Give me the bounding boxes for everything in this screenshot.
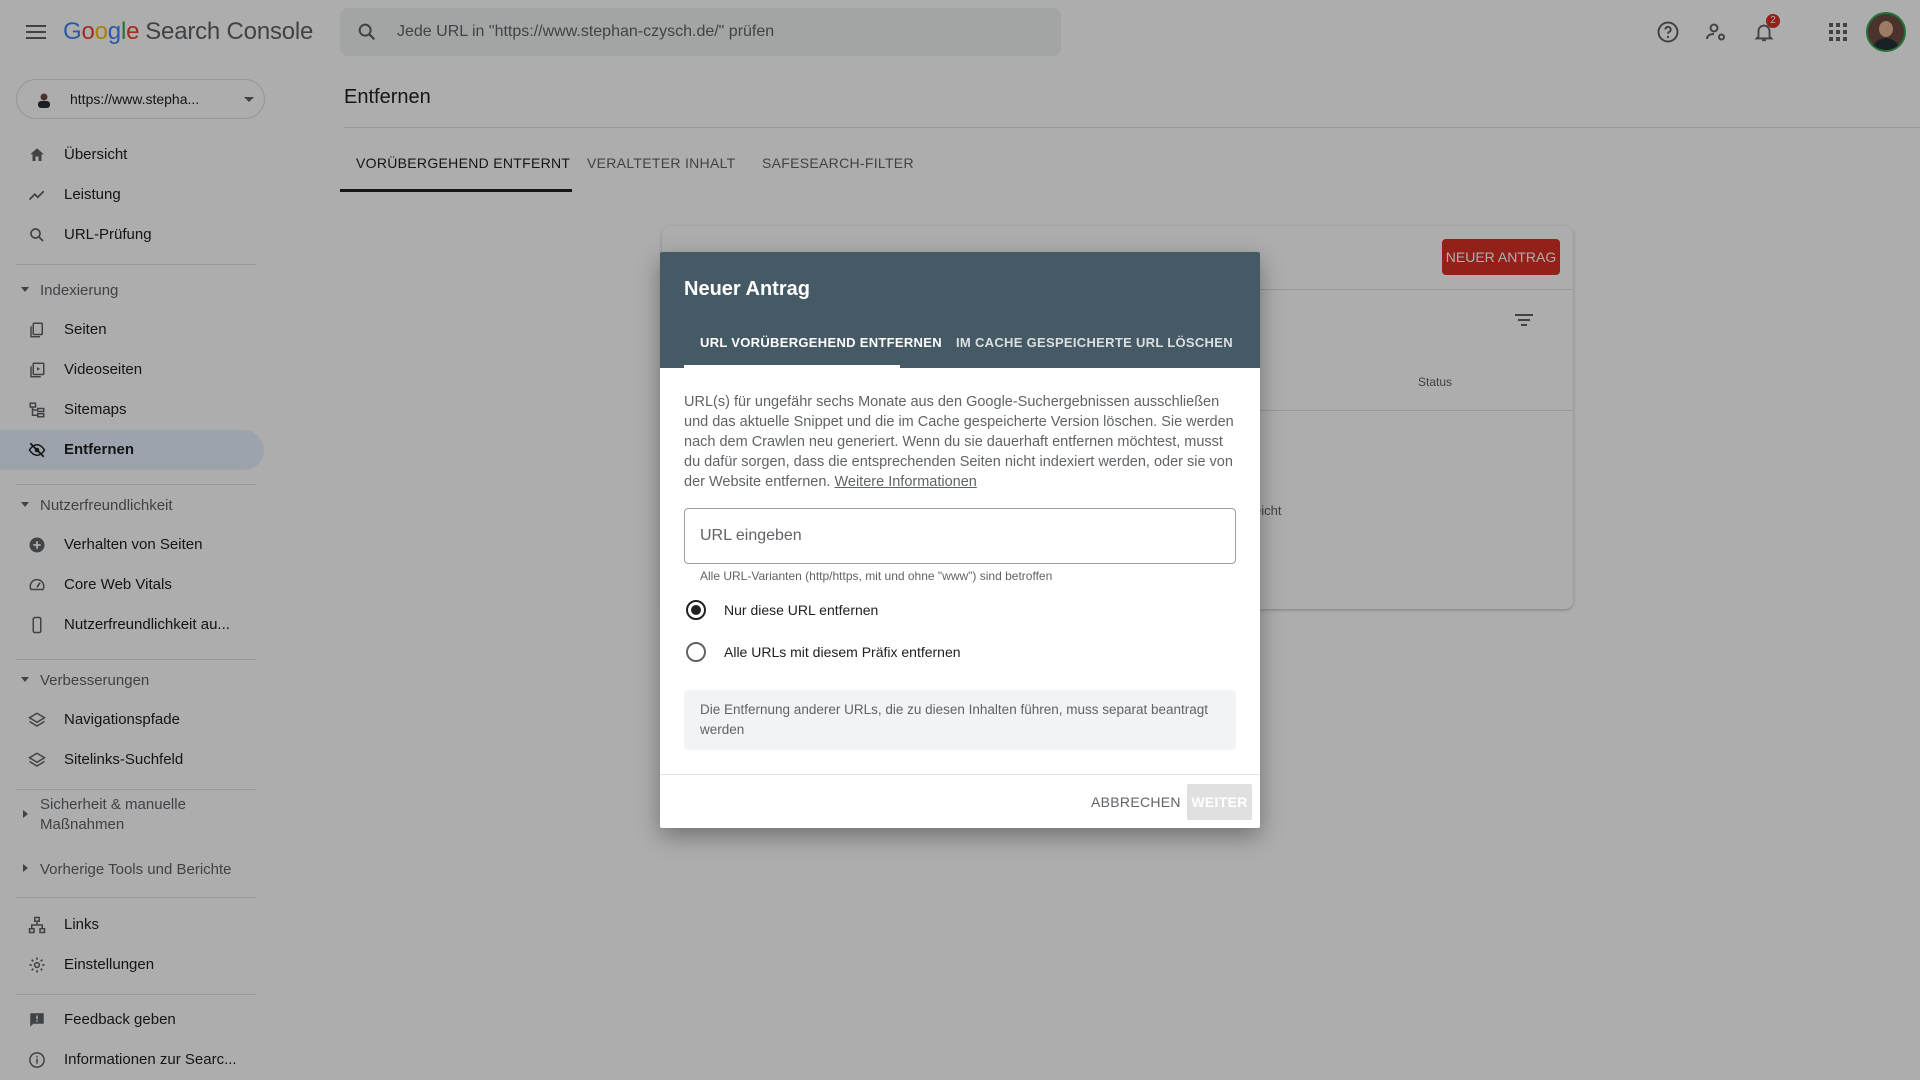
- url-helper-text: Alle URL-Varianten (http/https, mit und …: [700, 569, 1053, 583]
- dialog-description: URL(s) für ungefähr sechs Monate aus den…: [684, 392, 1240, 492]
- more-info-link[interactable]: Weitere Informationen: [834, 474, 976, 490]
- new-request-dialog: Neuer Antrag URL VORÜBERGEHEND ENTFERNEN…: [660, 252, 1260, 828]
- dialog-footer-divider: [660, 774, 1260, 775]
- tab-cache-url-loeschen[interactable]: IM CACHE GESPEICHERTE URL LÖSCHEN: [956, 335, 1233, 350]
- dialog-header: Neuer Antrag URL VORÜBERGEHEND ENTFERNEN…: [660, 252, 1260, 368]
- cancel-button[interactable]: ABBRECHEN: [1083, 784, 1189, 820]
- radio-prefix-urls[interactable]: Alle URLs mit diesem Präfix entfernen: [684, 638, 1134, 666]
- radio-only-this-url[interactable]: Nur diese URL entfernen: [684, 596, 1134, 624]
- url-input[interactable]: [684, 508, 1236, 564]
- dialog-active-tab-indicator: [684, 365, 900, 368]
- radio-label: Nur diese URL entfernen: [724, 602, 879, 618]
- tab-url-voruebergehend-entfernen[interactable]: URL VORÜBERGEHEND ENTFERNEN: [700, 335, 942, 350]
- info-note: Die Entfernung anderer URLs, die zu dies…: [684, 690, 1236, 750]
- dialog-title: Neuer Antrag: [684, 278, 810, 300]
- radio-label: Alle URLs mit diesem Präfix entfernen: [724, 644, 961, 660]
- radio-button-checked[interactable]: [686, 600, 706, 620]
- next-button[interactable]: WEITER: [1187, 784, 1252, 820]
- radio-button-unchecked[interactable]: [686, 642, 706, 662]
